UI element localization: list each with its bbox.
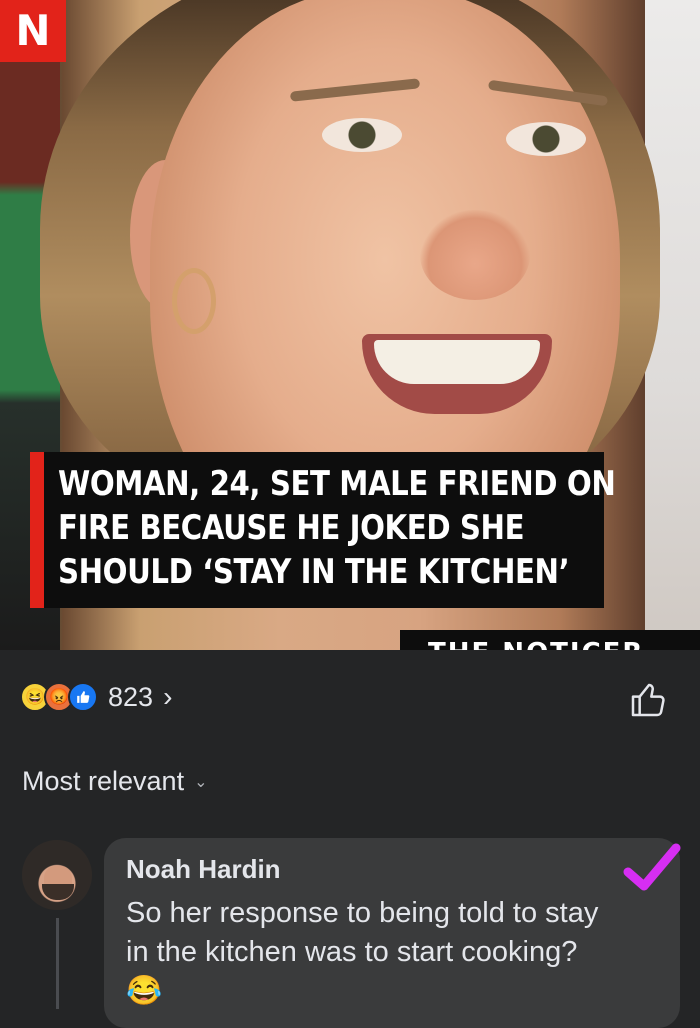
news-logo-badge: N xyxy=(0,0,66,62)
avatar-beard xyxy=(42,884,74,900)
headline-line: FIRE BECAUSE HE JOKED SHE xyxy=(58,508,525,548)
checkmark-icon xyxy=(623,843,681,891)
comment-author[interactable]: Noah Hardin xyxy=(126,854,281,885)
reaction-summary[interactable]: 😆 😡 823 › xyxy=(20,680,172,714)
comment-text: So her response to being told to stay in… xyxy=(126,897,599,1007)
headline-line: WOMAN, 24, SET MALE FRIEND ON xyxy=(58,464,616,504)
headline-box: WOMAN, 24, SET MALE FRIEND ON FIRE BECAU… xyxy=(30,452,616,608)
chevron-down-icon: ⌄ xyxy=(194,773,208,791)
post-image[interactable]: N WOMAN, 24, SET MALE FRIEND ON FIRE BEC… xyxy=(0,0,700,650)
nose xyxy=(420,210,530,300)
like-reaction-icon xyxy=(68,682,98,712)
left-eye xyxy=(322,118,402,152)
earring xyxy=(172,268,216,334)
sort-label: Most relevant xyxy=(22,766,185,796)
like-button[interactable] xyxy=(628,680,668,720)
chevron-right-icon: › xyxy=(163,681,173,712)
comment-sort-dropdown[interactable]: Most relevant ⌄ xyxy=(22,766,207,797)
thumbs-up-icon xyxy=(631,683,665,717)
comment-bubble[interactable]: Noah Hardin So her response to being tol… xyxy=(104,838,681,1028)
right-eye xyxy=(506,122,586,156)
reaction-count: 823 xyxy=(108,681,154,712)
watermark-text: THE NOTICER xyxy=(428,640,700,650)
avatar[interactable] xyxy=(22,840,92,910)
headline-line: SHOULD ‘STAY IN THE KITCHEN’ xyxy=(58,552,570,592)
teeth xyxy=(374,340,540,384)
thread-line xyxy=(56,918,59,1009)
publisher-watermark: THE NOTICER xyxy=(400,630,700,650)
